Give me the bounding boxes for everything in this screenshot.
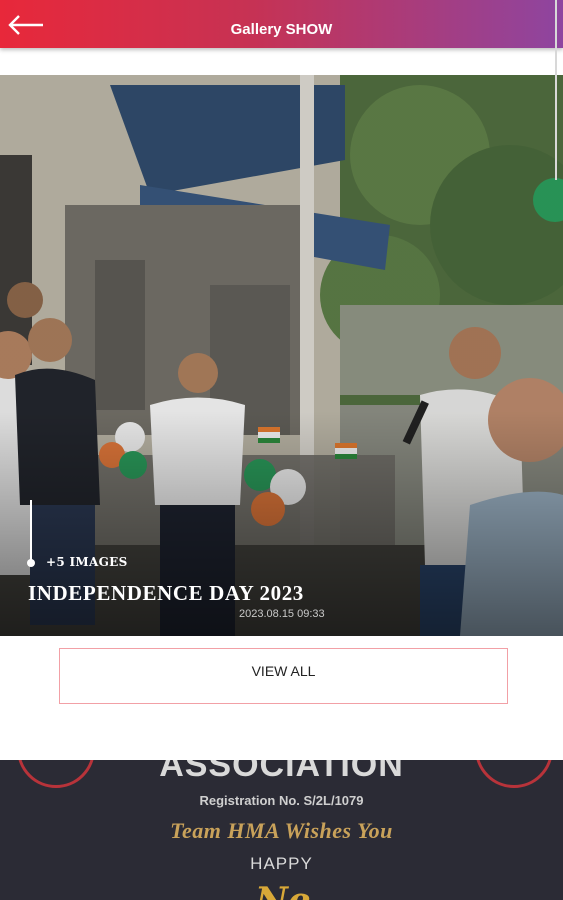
banner-wishes: Team HMA Wishes You xyxy=(170,818,393,843)
timeline-dot xyxy=(27,559,35,567)
gallery-show-screen: Gallery SHOW +5 IMAGES INDEPENDENCE DAY … xyxy=(0,0,563,900)
next-gallery-banner[interactable]: ASSOCIATION Registration No. S/2L/1079 T… xyxy=(0,760,563,900)
banner-registration: Registration No. S/2L/1079 xyxy=(199,793,364,808)
banner-happy: HAPPY xyxy=(250,854,313,873)
banner-association-text: ASSOCIATION xyxy=(159,760,404,784)
timeline-line xyxy=(30,500,32,562)
event-date: 2023.08.15 09:33 xyxy=(239,608,325,620)
gallery-card: +5 IMAGES INDEPENDENCE DAY 2023 2023.08.… xyxy=(0,75,563,760)
photo-gradient-overlay xyxy=(0,75,563,636)
page-title: Gallery SHOW xyxy=(230,21,333,38)
app-header: Gallery SHOW xyxy=(0,0,563,48)
event-title: INDEPENDENCE DAY 2023 xyxy=(28,581,304,605)
banner-new-script: Ne xyxy=(255,880,311,900)
scrollbar[interactable] xyxy=(555,0,557,180)
view-all-button[interactable]: VIEW ALL xyxy=(59,648,508,704)
image-count-label: +5 IMAGES xyxy=(46,555,128,569)
gallery-cover-image[interactable]: +5 IMAGES INDEPENDENCE DAY 2023 2023.08.… xyxy=(0,75,563,636)
